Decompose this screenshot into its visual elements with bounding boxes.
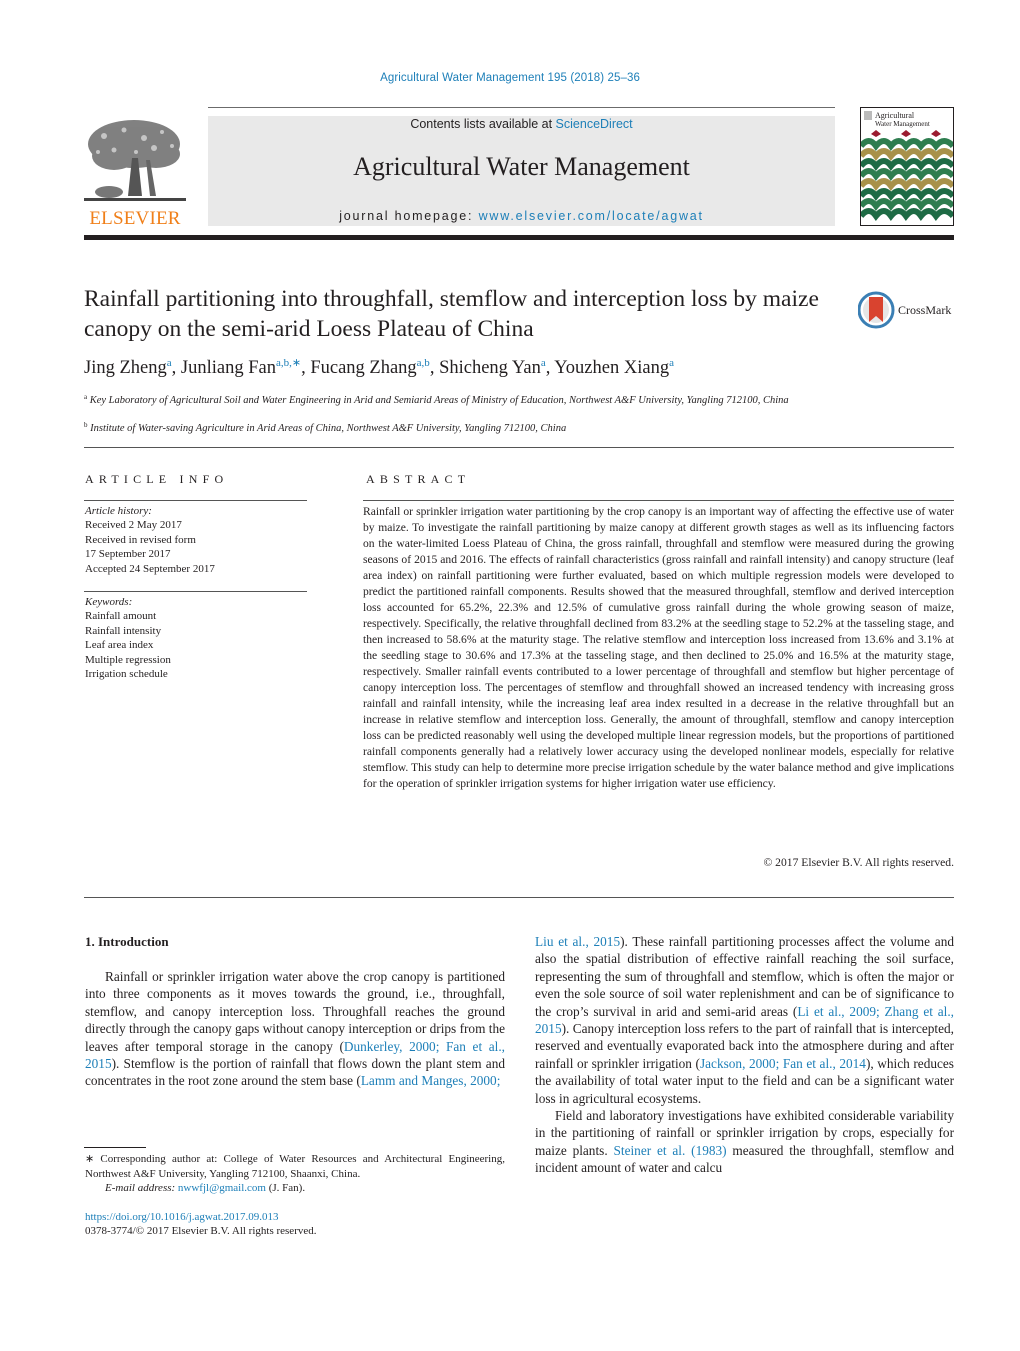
issn-copyright: 0378-3774/© 2017 Elsevier B.V. All right… — [85, 1225, 317, 1237]
keywords: Keywords: Rainfall amount Rainfall inten… — [85, 595, 171, 681]
journal-banner: Contents lists available at ScienceDirec… — [208, 116, 835, 226]
crossmark-icon — [857, 291, 895, 329]
elsevier-tree-icon — [84, 116, 186, 206]
homepage-prefix: journal homepage: — [339, 209, 479, 223]
citation-link[interactable]: Jackson, 2000; Fan et al., 2014 — [700, 1056, 866, 1071]
abstract-divider — [363, 500, 954, 501]
abstract-text: Rainfall or sprinkler irrigation water p… — [363, 505, 954, 790]
affiliation-b: b Institute of Water-saving Agriculture … — [84, 421, 567, 434]
keywords-label: Keywords: — [85, 596, 133, 608]
author[interactable]: Junliang Fana,b,∗ — [181, 357, 301, 378]
email-link[interactable]: nwwfjl@gmail.com — [178, 1182, 266, 1194]
elsevier-wordmark: ELSEVIER — [89, 208, 181, 229]
affiliations-divider — [84, 447, 954, 448]
contents-line: Contents lists available at ScienceDirec… — [208, 117, 835, 131]
article-info-heading: ARTICLE INFO — [85, 472, 229, 486]
intro-paragraph: Liu et al., 2015). These rainfall partit… — [535, 933, 954, 1107]
elsevier-logo[interactable]: ELSEVIER — [84, 116, 186, 229]
abstract-bottom-divider — [84, 897, 954, 898]
author[interactable]: Youzhen Xianga — [554, 357, 674, 378]
citation-link[interactable]: Lamm and Manges, 2000; — [361, 1073, 501, 1088]
body-column-right: Liu et al., 2015). These rainfall partit… — [535, 933, 954, 1177]
body-column-left: Rainfall or sprinkler irrigation water a… — [85, 968, 505, 1090]
affiliation-marker[interactable]: a — [669, 357, 674, 369]
email-note: E-mail address: nwwfjl@gmail.com (J. Fan… — [105, 1181, 305, 1196]
article-history-label: Article history: — [85, 505, 152, 517]
history-item: Received 2 May 2017 — [85, 519, 182, 532]
keyword: Rainfall amount — [85, 610, 157, 623]
journal-citation-link[interactable]: Agricultural Water Management 195 (2018)… — [0, 72, 1020, 84]
keyword: Rainfall intensity — [85, 624, 162, 637]
author[interactable]: Shicheng Yana — [439, 357, 546, 378]
homepage-line: journal homepage: www.elsevier.com/locat… — [208, 209, 835, 223]
keywords-divider — [84, 591, 307, 592]
affiliation-marker[interactable]: a,b,∗ — [276, 357, 301, 369]
affiliation-a: a Key Laboratory of Agricultural Soil an… — [84, 393, 789, 406]
section-heading-introduction: 1. Introduction — [85, 934, 169, 949]
keyword: Leaf area index — [85, 639, 154, 652]
cover-title-line2: Water Management — [875, 120, 930, 128]
cover-title-line1: Agricultural — [875, 111, 915, 120]
author[interactable]: Jing Zhenga — [84, 357, 172, 378]
corresponding-author-note: ∗ Corresponding author at: College of Wa… — [85, 1153, 505, 1180]
affiliation-marker[interactable]: a,b — [417, 357, 430, 369]
journal-title[interactable]: Agricultural Water Management — [208, 152, 835, 182]
article-title: Rainfall partitioning into throughfall, … — [84, 286, 819, 342]
footnote-divider — [84, 1147, 146, 1148]
journal-cover-thumbnail[interactable]: Agricultural Water Management — [860, 107, 954, 226]
email-suffix: (J. Fan). — [265, 1182, 306, 1194]
author[interactable]: Fucang Zhanga,b — [310, 357, 430, 378]
contents-prefix: Contents lists available at — [410, 117, 556, 131]
intro-paragraph: Field and laboratory investigations have… — [535, 1107, 954, 1177]
sciencedirect-link[interactable]: ScienceDirect — [556, 117, 633, 131]
email-label: E-mail address: — [105, 1182, 178, 1194]
article-info-divider — [84, 500, 307, 501]
citation-link[interactable]: Liu et al., 2015 — [535, 934, 620, 949]
abstract-copyright: © 2017 Elsevier B.V. All rights reserved… — [763, 856, 954, 869]
citation-link[interactable]: Steiner et al. (1983) — [613, 1143, 726, 1158]
keyword: Irrigation schedule — [85, 668, 168, 681]
crossmark-button[interactable]: CrossMark — [857, 290, 958, 330]
journal-cover-art-icon: Agricultural Water Management — [861, 111, 953, 221]
author-list: Jing Zhenga, Junliang Fana,b,∗, Fucang Z… — [84, 357, 674, 378]
history-item: Accepted 24 September 2017 — [85, 562, 215, 575]
keyword: Multiple regression — [85, 653, 171, 666]
masthead-divider — [84, 235, 954, 240]
abstract-heading: ABSTRACT — [366, 472, 471, 486]
crossmark-label: CrossMark — [898, 303, 952, 317]
intro-paragraph: Rainfall or sprinkler irrigation water a… — [85, 968, 505, 1090]
history-item: 17 September 2017 — [85, 548, 171, 561]
article-history: Article history: Received 2 May 2017 Rec… — [85, 504, 215, 576]
header-divider — [208, 107, 835, 108]
history-item: Received in revised form — [85, 533, 196, 546]
journal-homepage-link[interactable]: www.elsevier.com/locate/agwat — [479, 209, 704, 223]
doi-link[interactable]: https://doi.org/10.1016/j.agwat.2017.09.… — [85, 1211, 279, 1223]
